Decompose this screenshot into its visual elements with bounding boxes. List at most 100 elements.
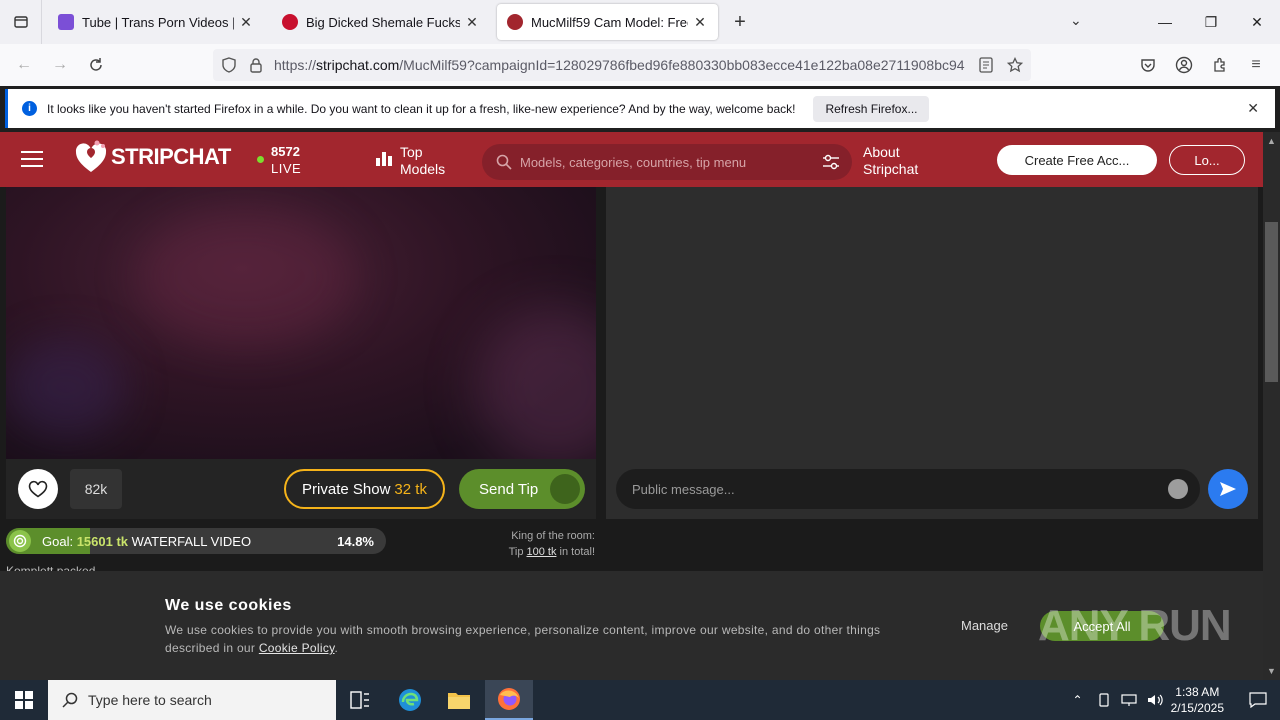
site-search-input[interactable]: Models, categories, countries, tip menu [482,144,852,180]
task-view-icon[interactable] [336,680,384,720]
filter-sliders-icon[interactable] [822,154,840,170]
heart-icon [28,480,48,498]
send-tip-label: Send Tip [479,480,539,498]
clock[interactable]: 1:38 AM 2/15/2025 [1171,684,1224,716]
new-tab-button[interactable]: + [728,11,752,34]
manage-cookies-button[interactable]: Manage [961,618,1008,633]
goal-amount: 15601 tk [76,533,129,549]
emoji-icon[interactable] [1168,479,1188,499]
bar-chart-icon [376,152,392,166]
search-icon [62,692,78,708]
message-placeholder: Public message... [632,481,735,497]
windows-taskbar: Type here to search ⌃ 1:38 AM 2/15/2025 [0,680,1280,720]
goal-progress-bar: Goal: 15601 tk WATERFALL VIDEO 14.8% [6,528,386,554]
tab-1[interactable]: Tube | Trans Porn Videos | TGTu ✕ [48,4,264,40]
chevron-up-icon[interactable]: ⌃ [1073,693,1083,707]
create-account-button[interactable]: Create Free Acc... [997,145,1157,175]
shield-icon[interactable] [221,57,237,73]
notifications-icon[interactable] [1236,680,1280,720]
close-tab-icon[interactable]: ✕ [692,14,708,31]
all-tabs-button[interactable] [0,0,42,44]
clock-time: 1:38 AM [1175,685,1220,699]
favorite-button[interactable] [18,469,58,509]
video-blur [476,307,596,459]
close-tab-icon[interactable]: ✕ [464,14,480,31]
url-bar[interactable]: https://stripchat.com/MucMilf59?campaign… [213,49,1031,81]
page-scrollbar[interactable]: ▲ ▼ [1263,132,1280,680]
favorites-count: 82k [70,469,122,509]
tab-3-active[interactable]: MucMilf59 Cam Model: Free Li ✕ [497,4,718,40]
live-label: LIVE [271,161,302,176]
heart-logo-icon [75,140,107,172]
private-show-price: 32 tk [394,480,427,498]
volume-icon[interactable] [1147,693,1163,707]
tab-strip: Tube | Trans Porn Videos | TGTu ✕ Big Di… [0,0,1280,44]
login-button[interactable]: Lo... [1169,145,1245,175]
bookmark-star-icon[interactable] [1007,57,1023,73]
close-window-button[interactable]: ✕ [1234,0,1280,44]
top-models-label-2: Models [400,161,446,177]
scrollbar-thumb[interactable] [1265,222,1278,382]
goal-title: WATERFALL VIDEO [131,533,252,549]
goal-percent: 14.8% [337,533,374,549]
file-explorer-icon[interactable] [435,680,483,720]
device-icon[interactable] [1097,693,1111,707]
private-show-label: Private Show [302,480,391,498]
scroll-down-icon[interactable]: ▼ [1267,666,1276,676]
king-tip-amount[interactable]: 100 tk [527,546,557,558]
send-message-button[interactable] [1208,469,1248,509]
scroll-up-icon[interactable]: ▲ [1267,136,1276,146]
lock-icon[interactable] [249,57,263,73]
system-tray: ⌃ 1:38 AM 2/15/2025 [1073,680,1280,720]
cookie-policy-link[interactable]: Cookie Policy [259,641,335,655]
king-title: King of the room: [511,530,595,542]
close-icon[interactable]: ✕ [1247,100,1259,117]
video-player[interactable] [6,187,596,459]
message-bar: Public message... [606,459,1258,519]
about-label-2: Stripchat [863,161,919,177]
send-tip-button[interactable]: Send Tip [459,469,585,509]
taskbar-search-input[interactable]: Type here to search [48,680,336,720]
refresh-firefox-button[interactable]: Refresh Firefox... [813,95,930,122]
restore-button[interactable]: ❐ [1188,0,1234,44]
stripchat-logo[interactable]: STRIPCHAT [73,140,231,174]
private-show-button[interactable]: Private Show 32 tk [284,469,445,509]
target-icon [9,530,31,552]
public-message-input[interactable]: Public message... [616,469,1200,509]
windows-logo-icon [15,691,33,709]
hamburger-menu-icon[interactable] [21,151,43,167]
tgtube-favicon-icon [58,14,74,30]
pocket-icon[interactable] [1135,52,1161,78]
window-controls: — ❐ ✕ [1142,0,1280,44]
top-models-link[interactable]: Top Models [376,144,445,178]
video-blur [6,337,126,437]
account-icon[interactable] [1171,52,1197,78]
chevron-down-icon[interactable]: ⌄ [1070,12,1082,29]
firefox-refresh-notification: i It looks like you haven't started Fire… [5,89,1275,128]
minimize-button[interactable]: — [1142,0,1188,44]
cookie-text: We use cookies to provide you with smoot… [165,623,881,655]
reload-icon [90,58,102,71]
about-label-1: About [863,144,900,160]
about-stripchat-link[interactable]: About Stripchat [863,144,918,178]
firefox-taskbar-icon[interactable] [485,680,533,720]
forward-button[interactable]: → [47,52,73,78]
stripchat-favicon-icon [507,14,523,30]
tip-toggle-knob[interactable] [550,474,580,504]
anyrun-watermark: ANY RUN [1038,601,1232,650]
reader-view-icon[interactable] [979,57,993,73]
edge-browser-icon[interactable] [386,680,434,720]
start-button[interactable] [0,680,48,720]
cookie-banner: We use cookies We use cookies to provide… [0,571,1263,680]
close-tab-icon[interactable]: ✕ [238,14,254,31]
extensions-icon[interactable] [1207,52,1233,78]
back-button[interactable]: ← [11,52,37,78]
goal-text: Goal: 15601 tk WATERFALL VIDEO [42,533,252,549]
menu-icon[interactable]: ≡ [1243,52,1269,78]
clock-date: 2/15/2025 [1170,701,1224,715]
tab-2[interactable]: Big Dicked Shemale Fucks Guy | ✕ [272,4,490,40]
notification-text: It looks like you haven't started Firefo… [47,101,796,116]
stripchat-page: STRIPCHAT 8572 LIVE Top Models Models, ca… [0,132,1280,680]
network-icon[interactable] [1121,693,1137,707]
reload-button[interactable] [83,52,109,78]
